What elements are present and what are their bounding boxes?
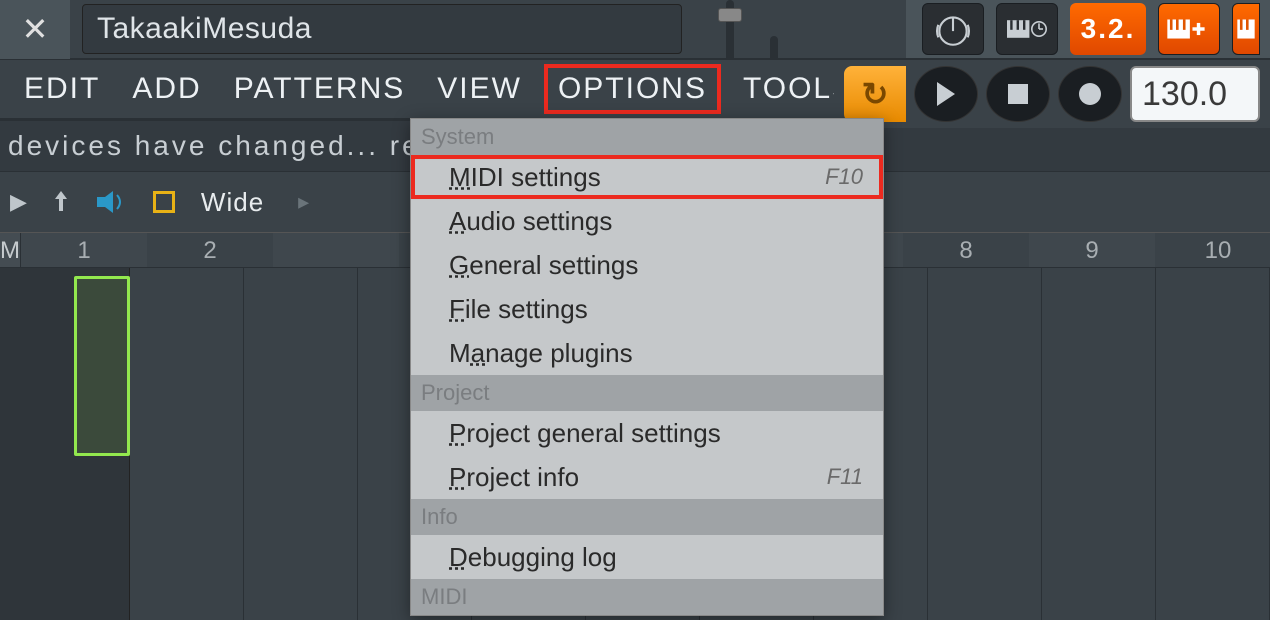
status-text: devices have changed... refre bbox=[8, 130, 462, 162]
marker-icon[interactable] bbox=[153, 191, 175, 213]
record-button[interactable] bbox=[1058, 66, 1122, 122]
menu-patterns[interactable]: PATTERNS bbox=[224, 68, 416, 110]
menu-item-label: Debugging log bbox=[449, 542, 617, 573]
menu-item-label: Project info bbox=[449, 462, 579, 493]
menu-file-settings[interactable]: File settings bbox=[411, 287, 883, 331]
slider-thumb[interactable] bbox=[718, 8, 742, 22]
expand-icon[interactable]: ▶ bbox=[10, 189, 27, 215]
piano-icon bbox=[1237, 16, 1255, 42]
knob-button[interactable] bbox=[922, 3, 984, 55]
stop-button[interactable] bbox=[986, 66, 1050, 122]
piano-clock-icon bbox=[1007, 17, 1047, 41]
menu-manage-plugins[interactable]: Manage plugins bbox=[411, 331, 883, 375]
ruler-num: 8 bbox=[903, 233, 1029, 267]
record-icon bbox=[1079, 83, 1101, 105]
dropdown-section-system: System bbox=[411, 119, 883, 155]
menu-item-label: MIDI settings bbox=[449, 162, 601, 193]
menu-item-label: Manage plugins bbox=[449, 338, 633, 369]
menu-project-general-settings[interactable]: Project general settings bbox=[411, 411, 883, 455]
pattern-number: 3.2. bbox=[1081, 13, 1136, 45]
menu-shortcut: F10 bbox=[825, 164, 863, 190]
dropdown-section-project: Project bbox=[411, 375, 883, 411]
pattern-clip[interactable] bbox=[74, 276, 130, 456]
piano-partial-button[interactable] bbox=[1232, 3, 1260, 55]
ruler-num bbox=[273, 233, 399, 267]
menu-edit[interactable]: EDIT bbox=[14, 68, 110, 110]
project-title-field[interactable]: TakaakiMesuda bbox=[82, 4, 682, 54]
transport-controls: ↻ 130.0 bbox=[834, 60, 1270, 128]
knob-icon bbox=[932, 8, 974, 50]
tempo-field[interactable]: 130.0 bbox=[1130, 66, 1260, 122]
track-col bbox=[1156, 268, 1270, 620]
ruler-num: 1 bbox=[21, 233, 147, 267]
close-icon: ✕ bbox=[22, 10, 49, 48]
menu-shortcut: F11 bbox=[827, 464, 863, 490]
menu-midi-settings[interactable]: MIDI settings F10 bbox=[411, 155, 883, 199]
piano-plus-icon bbox=[1167, 16, 1211, 42]
top-toolbar: 3.2. bbox=[906, 0, 1270, 58]
redo-icon: ↻ bbox=[862, 75, 889, 113]
menu-add[interactable]: ADD bbox=[122, 68, 211, 110]
menu-item-label: Audio settings bbox=[449, 206, 612, 237]
stop-icon bbox=[1008, 84, 1028, 104]
redo-button[interactable]: ↻ bbox=[844, 66, 906, 122]
options-dropdown: System MIDI settings F10 Audio settings … bbox=[410, 118, 884, 616]
pattern-display[interactable]: 3.2. bbox=[1070, 3, 1146, 55]
chevron-right-icon[interactable]: ▸ bbox=[298, 189, 309, 215]
menu-item-label: Project general settings bbox=[449, 418, 721, 449]
menu-options[interactable]: OPTIONS bbox=[544, 64, 721, 114]
menu-project-info[interactable]: Project info F11 bbox=[411, 455, 883, 499]
menu-general-settings[interactable]: General settings bbox=[411, 243, 883, 287]
tempo-value: 130.0 bbox=[1142, 75, 1227, 114]
project-title-text: TakaakiMesuda bbox=[97, 12, 312, 46]
speaker-icon[interactable] bbox=[95, 189, 131, 215]
title-bar: ✕ TakaakiMesuda bbox=[0, 0, 1270, 60]
menu-view[interactable]: VIEW bbox=[427, 68, 532, 110]
ruler-num: 2 bbox=[147, 233, 273, 267]
ruler-m-label: M bbox=[0, 233, 21, 267]
ruler-num: 10 bbox=[1155, 233, 1270, 267]
menu-item-label: File settings bbox=[449, 294, 588, 325]
channel-label: Wide bbox=[201, 187, 264, 218]
track-col bbox=[244, 268, 358, 620]
track-col bbox=[928, 268, 1042, 620]
play-icon bbox=[937, 82, 955, 106]
pin-icon[interactable] bbox=[49, 189, 73, 215]
ruler-num: 9 bbox=[1029, 233, 1155, 267]
dropdown-section-info: Info bbox=[411, 499, 883, 535]
close-button[interactable]: ✕ bbox=[0, 0, 70, 59]
menu-audio-settings[interactable]: Audio settings bbox=[411, 199, 883, 243]
menu-debugging-log[interactable]: Debugging log bbox=[411, 535, 883, 579]
dropdown-section-midi: MIDI bbox=[411, 579, 883, 615]
play-button[interactable] bbox=[914, 66, 978, 122]
track-col bbox=[1042, 268, 1156, 620]
piano-plus-button[interactable] bbox=[1158, 3, 1220, 55]
menu-item-label: General settings bbox=[449, 250, 638, 281]
track-col bbox=[130, 268, 244, 620]
piano-clock-button[interactable] bbox=[996, 3, 1058, 55]
